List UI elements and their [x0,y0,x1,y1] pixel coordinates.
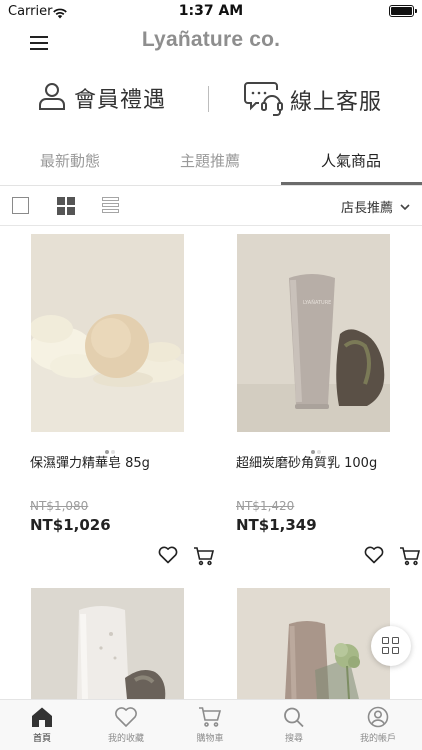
chevron-down-icon [400,203,410,210]
heart-icon[interactable] [158,546,178,568]
heart-icon[interactable] [364,546,384,568]
clock: 1:37 AM [178,3,244,19]
tab-featured-topics[interactable]: 主題推薦 [140,150,280,171]
list-view-icon[interactable] [102,197,119,214]
product-name[interactable]: 超細炭磨砂角質乳 100g [236,452,377,471]
floating-grid-button[interactable] [371,626,411,666]
nav-cart-label: 購物車 [196,734,224,744]
nav-home[interactable]: 首頁 [0,706,84,744]
category-tabs: 最新動態 主題推薦 人氣商品 [0,140,422,186]
product-price: NT$1,026 [30,516,111,534]
product-image[interactable] [31,234,184,432]
nav-search-label: 搜尋 [284,734,303,744]
member-benefits-link[interactable]: 會員禮遇 [36,80,166,116]
product-name[interactable]: 保濕彈力精華皂 85g [30,452,150,471]
online-support-label: 線上客服 [290,90,383,115]
quick-links: 會員禮遇 線上客服 [0,76,422,122]
battery-icon [389,5,417,17]
sort-label: 店長推薦 [340,201,393,216]
chat-support-icon [244,80,284,120]
top-navbar: Lyañature co. [0,26,422,60]
nav-search[interactable]: 搜尋 [252,706,336,744]
online-support-link[interactable]: 線上客服 [244,80,382,120]
heart-icon [115,707,137,727]
search-icon [284,707,304,728]
brand-logo[interactable]: Lyañature co. [0,28,422,52]
nav-account[interactable]: 我的帳戶 [336,706,420,744]
member-benefits-label: 會員禮遇 [74,88,167,113]
home-icon [32,707,52,727]
product-original-price: NT$1,080 [30,499,89,513]
divider [208,86,209,112]
cart-icon[interactable] [399,546,421,570]
user-icon [36,80,68,116]
nav-account-label: 我的帳戶 [359,734,396,744]
svg-text:LYAÑATURE: LYAÑATURE [303,299,331,306]
account-icon [367,706,389,728]
single-view-icon[interactable] [12,197,29,214]
product-original-price: NT$1,420 [236,499,295,513]
nav-cart[interactable]: 購物車 [168,706,252,744]
tab-latest-news[interactable]: 最新動態 [0,150,140,171]
view-toolbar: 店長推薦 [0,188,422,226]
nav-favorites[interactable]: 我的收藏 [84,706,168,744]
tab-popular-products[interactable]: 人氣商品 [281,150,421,171]
status-bar: Carrier 1:37 AM [0,0,422,24]
product-image[interactable] [237,588,390,699]
nav-favorites-label: 我的收藏 [107,734,144,744]
active-tab-indicator [281,182,422,185]
product-image[interactable] [31,588,184,699]
nav-home-label: 首頁 [32,734,51,744]
cart-icon[interactable] [193,546,215,570]
cart-icon [199,707,222,727]
sort-dropdown[interactable]: 店長推薦 [341,197,410,216]
bottom-tab-bar: 首頁 我的收藏 購物車 搜尋 我的帳戶 [0,699,422,750]
grid-view-icon[interactable] [57,197,75,215]
product-price: NT$1,349 [236,516,317,534]
product-image[interactable]: LYAÑATURE [237,234,390,432]
